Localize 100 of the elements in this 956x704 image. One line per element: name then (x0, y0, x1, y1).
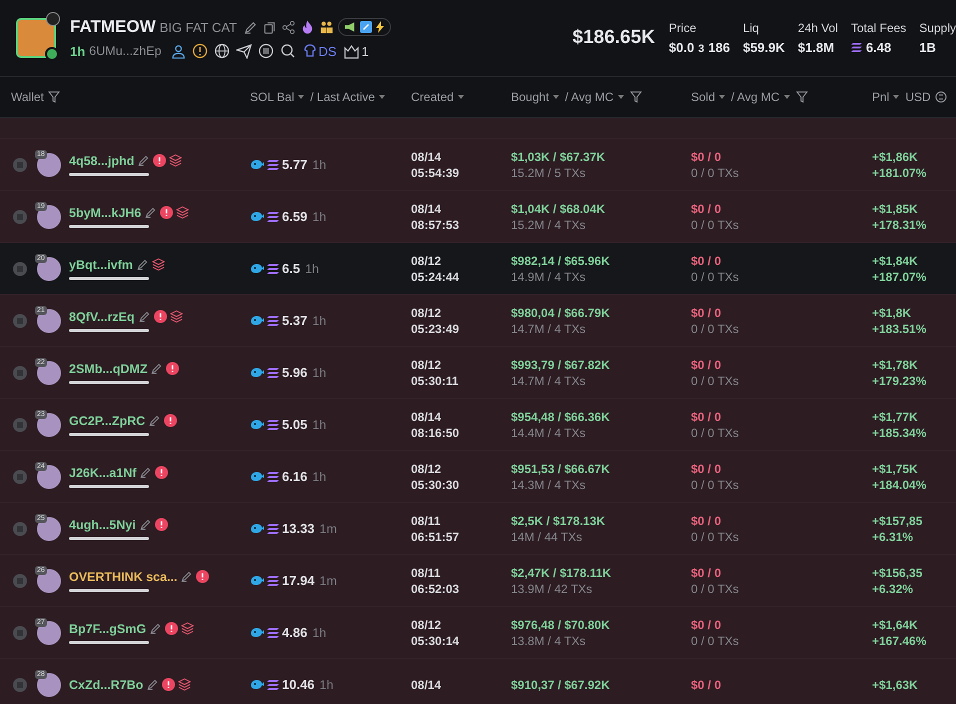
wallet-name[interactable]: 5byM...kJH6 (69, 206, 142, 220)
stat-label: 24h Vol (798, 21, 838, 35)
pnl-amount: +$157,85 (872, 514, 924, 528)
whale-icon (250, 679, 264, 690)
wallet-name[interactable]: OVERTHINK sca... (69, 570, 178, 584)
pencil-icon[interactable] (242, 20, 258, 34)
currency-toggle[interactable]: USD (905, 90, 931, 104)
whale-icon (250, 211, 264, 222)
wallet-name[interactable]: 2SMb...qDMZ (69, 362, 148, 376)
pencil-icon[interactable] (149, 622, 162, 635)
created-time: 05:54:39 (411, 166, 460, 180)
last-active: 1h (312, 366, 326, 380)
currency-switch-icon[interactable] (934, 91, 947, 103)
token-address[interactable]: 6UMu...zhEp (89, 44, 162, 58)
filter-icon[interactable] (48, 91, 60, 103)
pnl-amount: +$1,63K (872, 678, 919, 692)
alert-icon[interactable] (192, 43, 208, 59)
sold-amount: $0 / 0 (691, 202, 722, 216)
sold-detail: 0 / 0 TXs (691, 166, 740, 180)
pencil-icon[interactable] (144, 206, 158, 219)
caret-icon (298, 95, 304, 99)
pencil-icon[interactable] (136, 258, 149, 271)
sold-column-header[interactable]: Sold (691, 90, 716, 104)
avg-mc-column-header[interactable]: / Avg MC (565, 90, 614, 104)
search-icon[interactable] (280, 43, 296, 59)
sold-detail: 0 / 0 TXs (691, 218, 740, 232)
pnl-amount: +$1,78K (872, 358, 919, 372)
whale-icon (250, 263, 264, 274)
sol-balance: 5.96 (282, 365, 308, 380)
filter-icon[interactable] (630, 91, 642, 103)
created-date: 08/14 (411, 410, 442, 424)
created-time: 08:16:50 (411, 426, 460, 440)
bought-amount: $1,04K / $68.04K (511, 202, 606, 216)
stat-label: Price (668, 21, 698, 35)
pencil-icon[interactable] (146, 678, 160, 691)
pnl-column-header[interactable]: Pnl (872, 90, 890, 104)
sol-balance: 4.86 (282, 625, 308, 640)
pencil-icon[interactable] (138, 310, 151, 323)
pill-badge-icon (45, 47, 59, 61)
wallet-column-header[interactable]: Wallet (11, 90, 44, 104)
caret-icon (784, 95, 790, 99)
sold-detail: 0 / 0 TXs (691, 374, 740, 388)
dex-link[interactable]: DS (302, 43, 336, 59)
sold-detail: 0 / 0 TXs (691, 426, 740, 440)
globe-icon[interactable] (214, 43, 230, 59)
last-active: 1h (312, 418, 326, 432)
pencil-icon[interactable] (148, 414, 162, 427)
chef-hat-icon (302, 43, 318, 59)
sold-detail: 0 / 0 TXs (691, 478, 740, 492)
filter-icon[interactable] (796, 91, 808, 103)
created-date: 08/11 (411, 514, 442, 528)
wallet-name[interactable]: 4q58...jphd (69, 154, 134, 168)
pencil-icon[interactable] (139, 466, 152, 479)
sol-balance: 6.59 (282, 209, 308, 224)
last-active: 1h (312, 314, 326, 328)
pencil-icon[interactable] (180, 570, 194, 583)
wallet-name[interactable]: 4ugh...5Nyi (69, 518, 136, 532)
caret-icon (553, 95, 560, 99)
created-time: 05:30:30 (411, 478, 460, 492)
sold-amount: $0 / 0 (691, 306, 722, 320)
sol-balance: 5.05 (282, 417, 308, 432)
avg-mc-column-header[interactable]: / Avg MC (731, 90, 780, 104)
sol-icon (267, 212, 279, 222)
pencil-icon[interactable] (138, 518, 152, 531)
bought-detail: 14.3M / 4 TXs (511, 478, 586, 492)
bought-detail: 14M / 44 TXs (511, 530, 584, 544)
feature-badges-icon (338, 18, 391, 36)
pencil-icon[interactable] (150, 362, 164, 375)
copy-icon[interactable] (262, 20, 277, 34)
sol-icon (267, 368, 279, 378)
wallet-name[interactable]: J26K...a1Nf (69, 466, 136, 480)
last-active-column-header[interactable]: / Last Active (310, 90, 375, 104)
whale-icon (250, 419, 264, 430)
wallet-name[interactable]: yBqt...ivfm (69, 258, 133, 272)
wallet-name[interactable]: GC2P...ZpRC (69, 414, 146, 428)
bought-detail: 15.2M / 5 TXs (511, 166, 586, 180)
pencil-icon[interactable] (137, 154, 150, 167)
last-active: 1h (305, 262, 319, 276)
whale-icon (250, 471, 264, 482)
created-date: 08/12 (411, 254, 442, 268)
sol-icon (267, 472, 279, 482)
pnl-percent: +183.51% (872, 322, 928, 336)
pnl-amount: +$1,86K (872, 150, 919, 164)
caret-icon (458, 95, 464, 99)
list-circle-icon[interactable] (258, 43, 274, 59)
user-icon[interactable] (171, 44, 186, 58)
last-active: 1h (312, 470, 326, 484)
last-active: 1m (320, 522, 337, 536)
wallet-name[interactable]: 8QfV...rzEq (69, 310, 135, 324)
share-icon[interactable] (280, 20, 296, 34)
bought-column-header[interactable]: Bought (511, 90, 550, 104)
wallet-name[interactable]: CxZd...R7Bo (69, 678, 144, 692)
sol-icon (267, 524, 279, 534)
wallet-name[interactable]: Bp7F...gSmG (69, 622, 146, 636)
pnl-percent: +184.04% (872, 478, 928, 492)
created-column-header[interactable]: Created (411, 90, 454, 104)
paper-plane-icon[interactable] (236, 43, 252, 59)
pnl-percent: +167.46% (872, 634, 928, 648)
bought-detail: 13.8M / 4 TXs (511, 634, 586, 648)
sol-balance-column-header[interactable]: SOL Bal (250, 90, 294, 104)
